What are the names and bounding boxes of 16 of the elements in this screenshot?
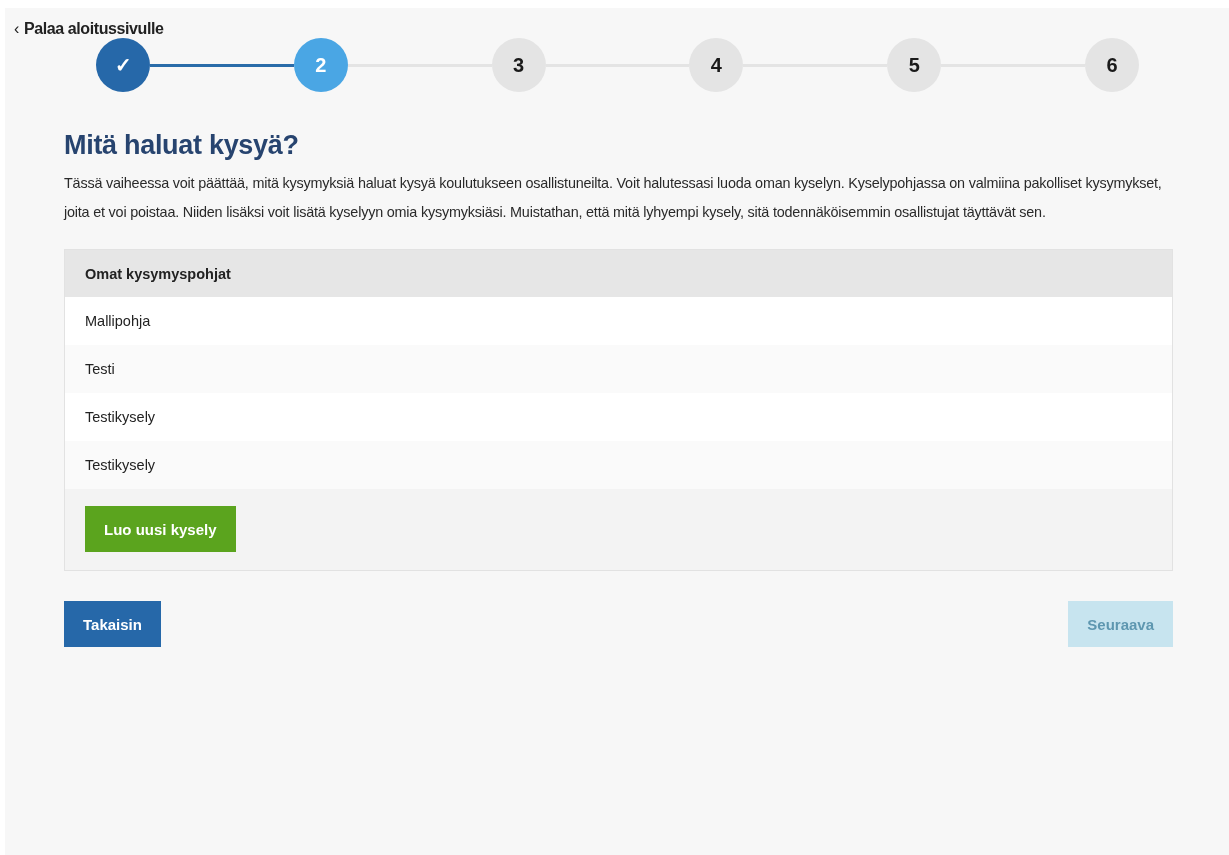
template-item[interactable]: Testi [65,345,1172,393]
template-item[interactable]: Mallipohja [65,297,1172,345]
page-heading: Mitä haluat kysyä? [64,130,300,161]
template-item[interactable]: Testikysely [65,441,1172,489]
panel-header: Omat kysymyspohjat [65,250,1172,297]
step-indicator: 5 [887,38,942,92]
step-indicator: 4 [689,38,744,92]
back-link[interactable]: ‹ Palaa aloitussivulle [14,20,164,38]
step-indicator: ✓ [96,38,150,92]
step-indicator: 2 [293,38,348,92]
template-item[interactable]: Testikysely [65,393,1172,441]
chevron-left-icon: ‹ [14,20,19,38]
step-indicator: 6 [1085,38,1139,92]
step-indicator: 3 [491,38,546,92]
intro-text: Tässä vaiheessa voit päättää, mitä kysymyksiä haluat kysyä koulutukseen osallistuneilta. Voit halutessasi luoda oman kyselyn. Kyselypohjassa on valmiina pakolliset kysymykset, joita et voi poistaa. Niiden lisäksi voit lisätä kyselyyn omia kysymyksiäsi. Muistathan, että mitä lyhyempi kysely, sitä todennäköisemmin osallistujat täyttävät sen. [64,174,1163,222]
back-button[interactable]: Takaisin [64,601,161,647]
